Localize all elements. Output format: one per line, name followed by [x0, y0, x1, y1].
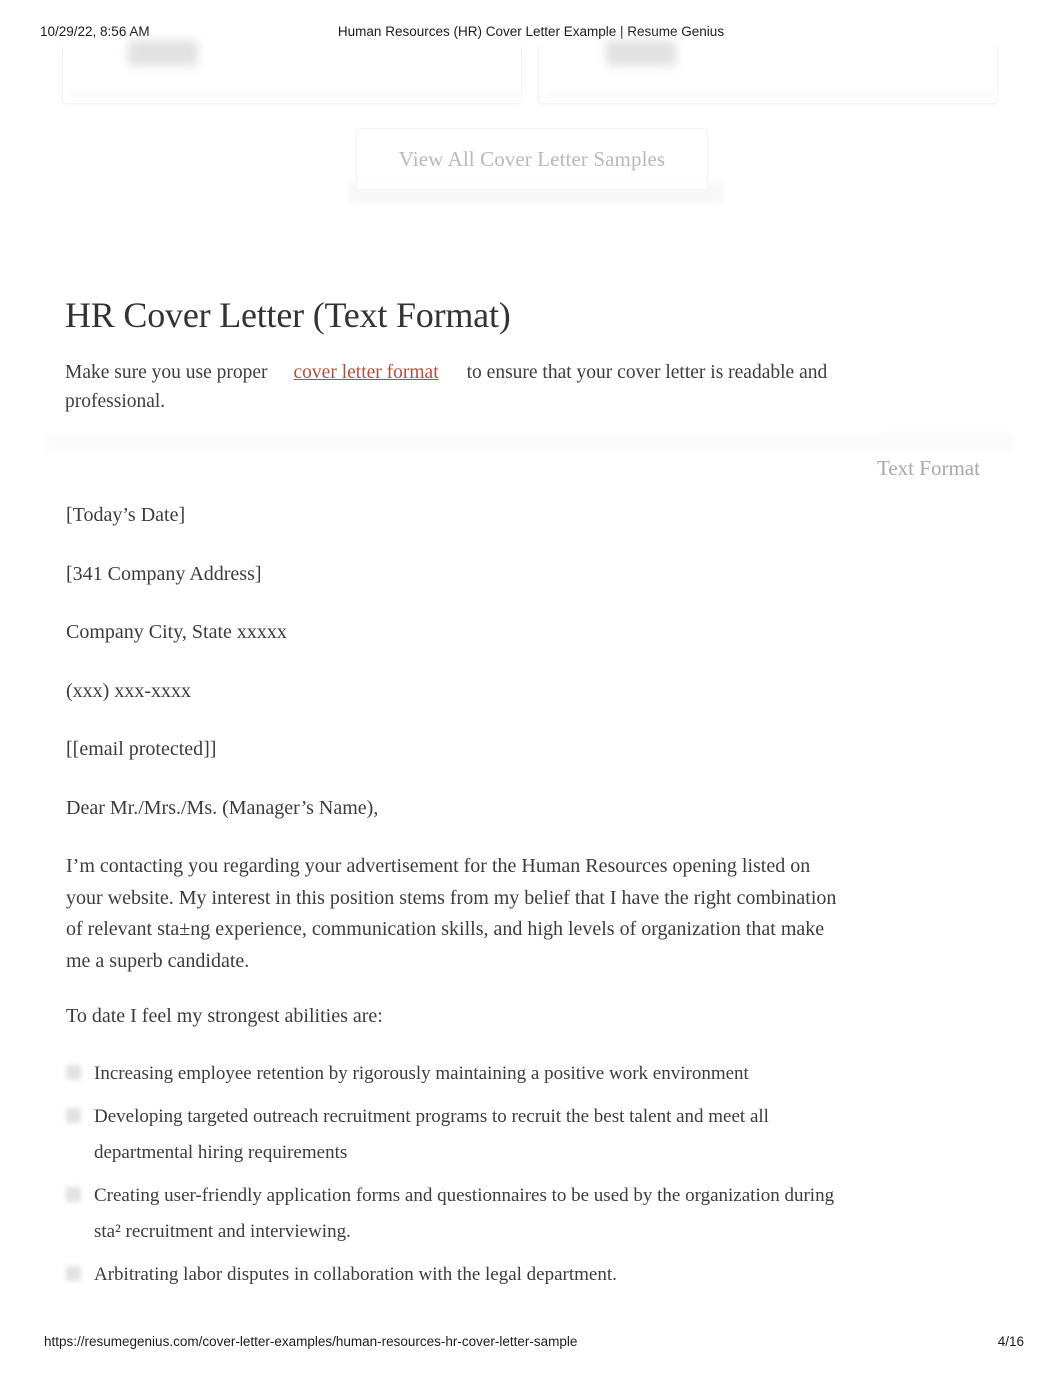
bullet-square-icon [66, 1187, 81, 1202]
bullet-square-icon [66, 1266, 81, 1281]
cover-letter-sample-cards [0, 40, 1062, 112]
view-all-cover-letter-samples-button[interactable]: View All Cover Letter Samples [356, 128, 708, 190]
print-footer-page-number: 4/16 [997, 1334, 1024, 1349]
print-footer: https://resumegenius.com/cover-letter-ex… [0, 1334, 1062, 1352]
list-item-label: Developing targeted outreach recruitment… [94, 1106, 769, 1163]
list-item: Increasing employee retention by rigorou… [66, 1056, 856, 1092]
cover-letter-format-link[interactable]: cover letter format [268, 362, 467, 383]
format-tab-active-background [884, 434, 1014, 448]
bullet-square-icon [66, 1065, 81, 1080]
tab-text-format[interactable]: Text Format [877, 456, 980, 481]
intro-paragraph: Make sure you use proper cover letter for… [65, 358, 855, 416]
abilities-list: Increasing employee retention by rigorou… [66, 1056, 856, 1300]
letter-paragraph-1: I’m contacting you regarding your advert… [66, 855, 837, 972]
letter-line-city: Company City, State xxxxx [66, 621, 287, 643]
letter-paragraph-2: To date I feel my strongest abilities ar… [66, 1005, 383, 1027]
print-footer-url: https://resumegenius.com/cover-letter-ex… [44, 1334, 578, 1349]
sample-card-left-shadow [70, 90, 522, 102]
letter-line-phone: (xxx) xxx-xxxx [66, 679, 191, 702]
letter-line-email: [[email protected]] [66, 738, 217, 760]
print-header-title: Human Resources (HR) Cover Letter Exampl… [337, 24, 725, 39]
sample-card-right-thumbnail-icon [606, 40, 676, 66]
letter-line-salutation: Dear Mr./Mrs./Ms. (Manager’s Name), [66, 796, 379, 819]
format-tab-strip[interactable] [46, 433, 1014, 453]
list-item: Developing targeted outreach recruitment… [66, 1099, 856, 1171]
cover-letter-body: [Today’s Date] [341 Company Address] Com… [66, 500, 856, 1057]
list-item-label: Arbitrating labor disputes in collaborat… [94, 1264, 617, 1285]
sample-card-right-shadow [546, 90, 998, 102]
list-item-label: Creating user-friendly application forms… [94, 1185, 835, 1242]
bullet-square-icon [66, 1108, 81, 1123]
page-title: HR Cover Letter (Text Format) [65, 295, 511, 335]
list-item: Arbitrating labor disputes in collaborat… [66, 1257, 856, 1293]
sample-card-left-thumbnail-icon [128, 40, 198, 66]
letter-line-address: [341 Company Address] [66, 562, 262, 585]
intro-text-before: Make sure you use proper [65, 362, 268, 383]
print-preview-page: { "print_header": { "date": "10/29/22, 8… [0, 0, 1062, 1376]
letter-line-date: [Today’s Date] [66, 504, 186, 526]
list-item-label: Increasing employee retention by rigorou… [94, 1063, 749, 1084]
list-item: Creating user-friendly application forms… [66, 1178, 856, 1250]
